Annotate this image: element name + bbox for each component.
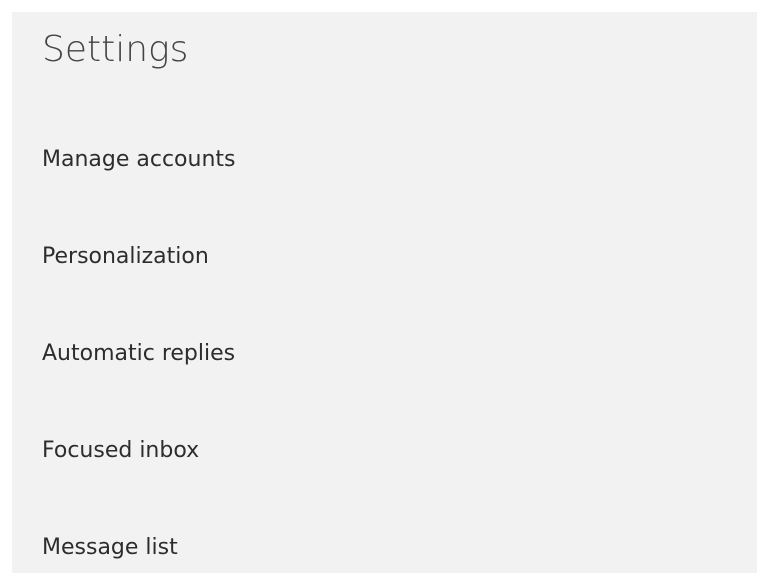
settings-item-label: Message list [42, 534, 178, 560]
settings-item-personalization[interactable]: Personalization [42, 232, 522, 280]
settings-item-label: Personalization [42, 243, 209, 269]
settings-item-focused-inbox[interactable]: Focused inbox [42, 426, 522, 474]
settings-item-message-list[interactable]: Message list [42, 523, 522, 571]
settings-item-label: Focused inbox [42, 437, 200, 463]
settings-item-manage-accounts[interactable]: Manage accounts [42, 135, 522, 183]
settings-panel: Settings Manage accounts Personalization… [12, 12, 757, 573]
settings-item-label: Manage accounts [42, 146, 236, 172]
settings-item-label: Automatic replies [42, 340, 236, 366]
page-title: Settings [42, 29, 189, 70]
settings-item-automatic-replies[interactable]: Automatic replies [42, 329, 522, 377]
